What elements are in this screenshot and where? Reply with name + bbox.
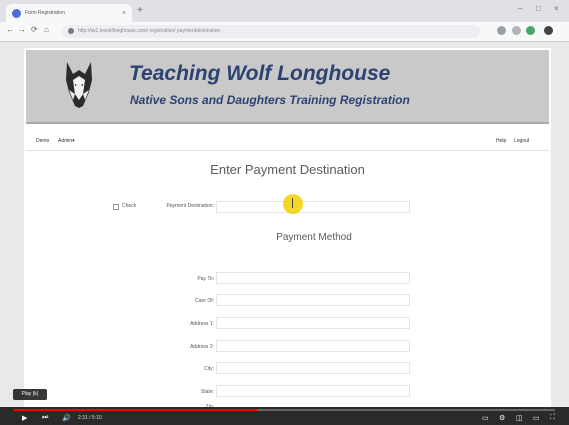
- city-field[interactable]: [216, 362, 410, 374]
- subtitles-icon[interactable]: ▭: [482, 414, 489, 422]
- favicon-icon: [12, 8, 21, 18]
- menu-demo[interactable]: Demo: [36, 138, 49, 144]
- address1-field[interactable]: [216, 317, 410, 329]
- address1-label: Address 1:: [190, 321, 214, 327]
- menu-logout[interactable]: Logout: [514, 138, 529, 144]
- pay-to-field[interactable]: [216, 272, 410, 284]
- back-icon[interactable]: ←: [6, 25, 14, 34]
- check-label: Check: [122, 203, 137, 209]
- payment-destination-field[interactable]: [216, 201, 410, 213]
- theater-icon[interactable]: ▭: [533, 414, 540, 422]
- site-info-icon[interactable]: [68, 28, 74, 34]
- video-progress-fill: [14, 409, 257, 411]
- menu-admin-label: Admin: [58, 138, 73, 144]
- payment-destination-label: Payment Destination:: [166, 203, 214, 209]
- web-page: Teaching Wolf Longhouse Native Sons and …: [24, 48, 551, 410]
- address2-label: Address 2:: [190, 344, 214, 350]
- city-label: City:: [204, 366, 214, 372]
- pay-to-label: Pay To:: [197, 276, 214, 282]
- new-tab-icon[interactable]: +: [137, 5, 143, 16]
- miniplayer-icon[interactable]: ◫: [516, 414, 523, 422]
- address-bar[interactable]: http://tw1.tewolflonghouse.com/ registra…: [62, 25, 480, 38]
- menu-help[interactable]: Help: [496, 138, 506, 144]
- browser-tab[interactable]: Form Registration ×: [6, 4, 132, 22]
- video-time: 2:31 / 5:10: [78, 415, 102, 421]
- page-title: Enter Payment Destination: [210, 162, 365, 177]
- cursor-highlight: [283, 194, 303, 214]
- play-icon[interactable]: ▶: [22, 414, 27, 422]
- url-text: http://tw1.tewolflonghouse.com/ registra…: [78, 28, 221, 34]
- tab-title: Form Registration: [25, 10, 65, 16]
- minimize-icon[interactable]: –: [518, 4, 522, 13]
- text-cursor-icon: [292, 198, 293, 208]
- site-banner: Teaching Wolf Longhouse Native Sons and …: [26, 50, 549, 124]
- home-icon[interactable]: ⌂: [44, 25, 49, 34]
- profile-avatar-icon[interactable]: [544, 26, 553, 35]
- tab-strip: Form Registration × + – □ ×: [0, 0, 569, 22]
- state-field[interactable]: [216, 385, 410, 397]
- next-icon[interactable]: ⏭: [42, 414, 48, 422]
- volume-icon[interactable]: 🔊: [62, 414, 71, 422]
- wolf-logo-icon: [66, 62, 92, 108]
- forward-icon[interactable]: →: [18, 25, 26, 34]
- care-of-label: Care Of:: [195, 298, 214, 304]
- site-subtitle: Native Sons and Daughters Training Regis…: [130, 93, 410, 107]
- state-label: State:: [200, 389, 214, 395]
- fullscreen-icon[interactable]: ⛶: [550, 414, 555, 422]
- check-checkbox[interactable]: [113, 204, 119, 210]
- tab-close-icon[interactable]: ×: [122, 10, 126, 17]
- bookmark-star-icon[interactable]: [497, 26, 506, 35]
- payment-method-heading: Payment Method: [276, 232, 352, 243]
- extension-color-icon[interactable]: [526, 26, 535, 35]
- settings-icon[interactable]: ⚙: [499, 414, 505, 422]
- care-of-field[interactable]: [216, 294, 410, 306]
- extension-icon[interactable]: [512, 26, 521, 35]
- play-tooltip: Play (k): [13, 389, 47, 400]
- address2-field[interactable]: [216, 340, 410, 352]
- maximize-icon[interactable]: □: [536, 4, 541, 13]
- site-title: Teaching Wolf Longhouse: [129, 62, 391, 85]
- admin-dropdown-icon: ▾: [72, 138, 75, 144]
- browser-toolbar: ← → ⟳ ⌂ http://tw1.tewolflonghouse.com/ …: [0, 22, 569, 42]
- reload-icon[interactable]: ⟳: [31, 25, 38, 34]
- window-close-icon[interactable]: ×: [554, 4, 559, 13]
- menu-admin[interactable]: Admin▾: [58, 138, 75, 144]
- site-menu: Demo Admin▾ Help Logout: [26, 132, 549, 151]
